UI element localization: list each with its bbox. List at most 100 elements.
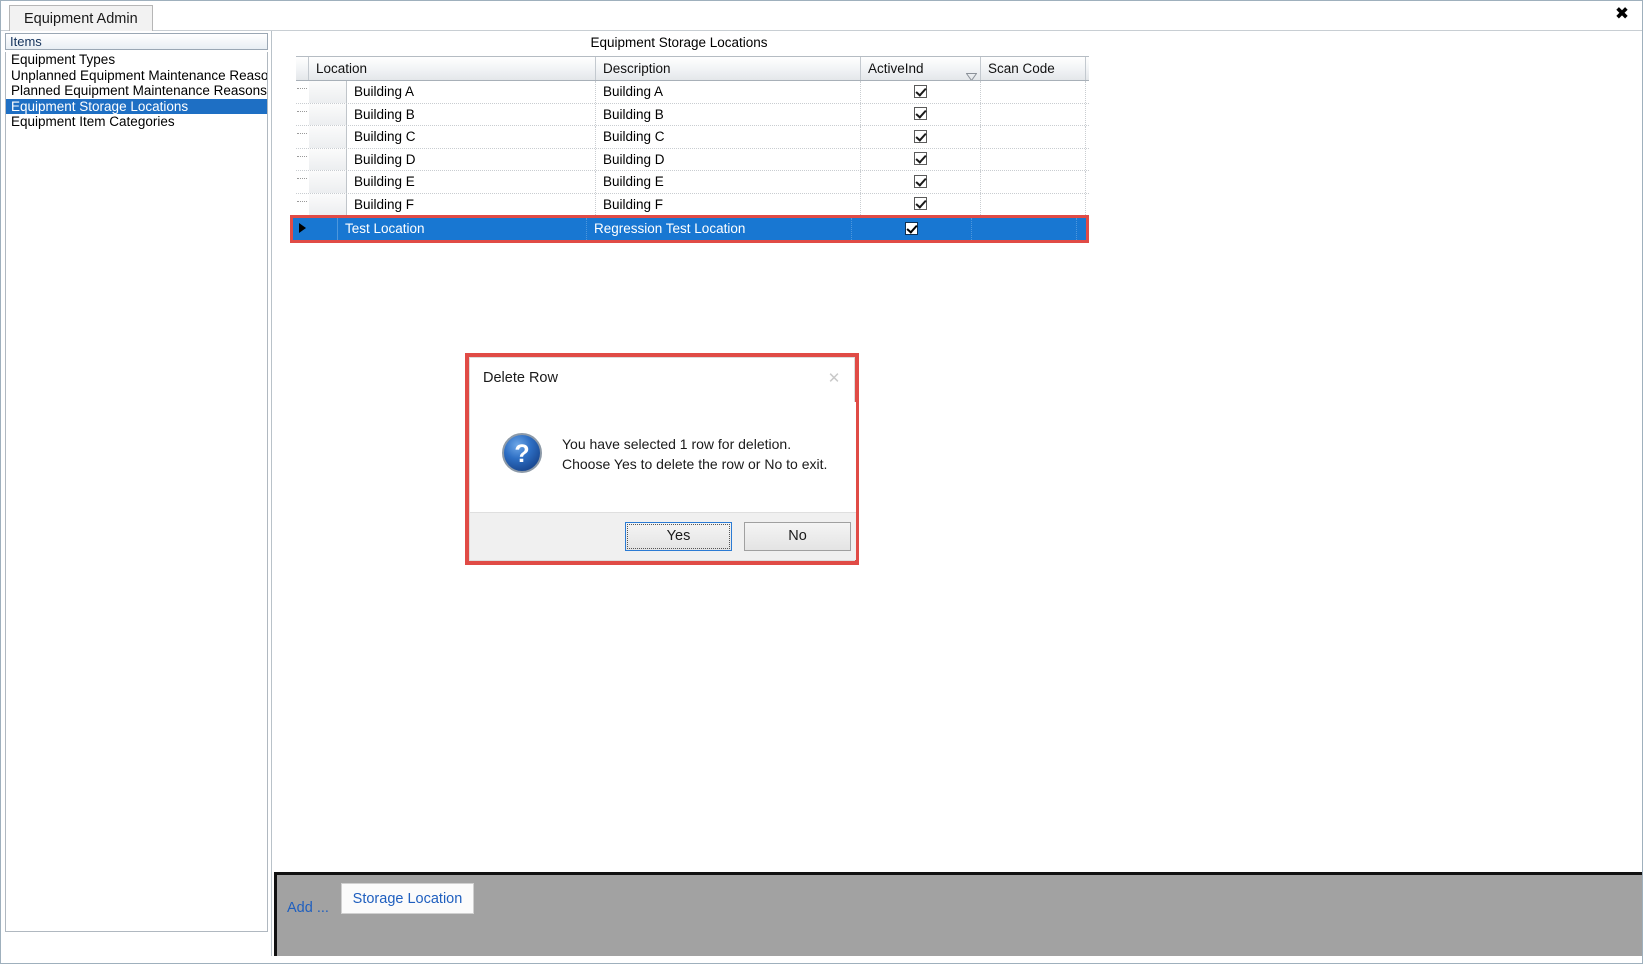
table-row[interactable]: Test Location Regression Test Location bbox=[293, 218, 1086, 240]
cell-activeind[interactable] bbox=[861, 103, 981, 125]
row-handle[interactable] bbox=[309, 193, 347, 215]
tab-equipment-admin[interactable]: Equipment Admin bbox=[9, 5, 153, 31]
question-mark-icon: ? bbox=[501, 432, 543, 474]
cell-location[interactable]: Building F bbox=[347, 193, 596, 215]
cell-scancode[interactable] bbox=[972, 218, 1077, 240]
checkbox-checked-icon[interactable] bbox=[905, 221, 918, 235]
grid-header-description[interactable]: Description bbox=[596, 57, 861, 80]
grid-header-row-selector bbox=[296, 57, 309, 80]
cell-activeind[interactable] bbox=[861, 148, 981, 170]
checkbox-checked-icon[interactable] bbox=[914, 152, 927, 166]
row-selector[interactable] bbox=[296, 81, 309, 103]
dialog-message-line-2: Choose Yes to delete the row or No to ex… bbox=[562, 456, 828, 472]
cell-location[interactable]: Building A bbox=[347, 81, 596, 103]
row-selector[interactable] bbox=[296, 103, 309, 125]
sidebar-item-equipment-item-categories[interactable]: Equipment Item Categories bbox=[6, 114, 267, 130]
dialog-close-icon[interactable]: ✕ bbox=[824, 368, 844, 388]
grid-body: Building A Building A Building B Buildin… bbox=[290, 81, 1089, 243]
checkbox-checked-icon[interactable] bbox=[914, 84, 927, 98]
yes-button[interactable]: Yes bbox=[625, 522, 732, 551]
row-grip-icon bbox=[297, 110, 307, 114]
row-selector[interactable] bbox=[296, 171, 309, 193]
cell-scancode[interactable] bbox=[981, 171, 1086, 193]
grid-header-activeind-label: ActiveInd bbox=[868, 61, 924, 76]
table-row[interactable]: Building C Building C bbox=[296, 126, 1089, 149]
cell-description[interactable]: Building D bbox=[596, 148, 861, 170]
cell-activeind[interactable] bbox=[861, 171, 981, 193]
sort-descending-icon bbox=[961, 66, 977, 80]
cell-description[interactable]: Building E bbox=[596, 171, 861, 193]
storage-locations-grid: Location Description ActiveInd Scan Code… bbox=[290, 56, 1089, 243]
application-window: Equipment Admin ✖ Items Equipment Types … bbox=[0, 0, 1643, 964]
table-row[interactable]: Building D Building D bbox=[296, 148, 1089, 171]
cell-scancode[interactable] bbox=[981, 148, 1086, 170]
dialog-footer: Yes No bbox=[470, 512, 856, 560]
cell-scancode[interactable] bbox=[981, 193, 1086, 215]
cell-activeind[interactable] bbox=[861, 81, 981, 103]
row-selector[interactable] bbox=[296, 193, 309, 215]
row-grip-icon bbox=[297, 133, 307, 136]
add-label[interactable]: Add ... bbox=[287, 900, 329, 916]
row-selector[interactable] bbox=[296, 148, 309, 170]
tab-label: Equipment Admin bbox=[24, 11, 138, 27]
cell-activeind[interactable] bbox=[861, 193, 981, 215]
dialog-title: Delete Row bbox=[483, 370, 558, 386]
items-panel-header: Items bbox=[5, 33, 268, 50]
cell-location[interactable]: Building D bbox=[347, 148, 596, 170]
grid-header-scancode[interactable]: Scan Code bbox=[981, 57, 1086, 80]
row-grip-icon bbox=[297, 200, 307, 204]
cell-location[interactable]: Building E bbox=[347, 171, 596, 193]
sidebar-item-planned-equipment-maintenance-reasons[interactable]: Planned Equipment Maintenance Reasons bbox=[6, 83, 267, 99]
row-handle[interactable] bbox=[309, 81, 347, 103]
cell-scancode[interactable] bbox=[981, 103, 1086, 125]
row-handle[interactable] bbox=[309, 171, 347, 193]
cell-location[interactable]: Building C bbox=[347, 126, 596, 148]
cell-description[interactable]: Building A bbox=[596, 81, 861, 103]
items-panel: Items Equipment Types Unplanned Equipmen… bbox=[3, 31, 272, 956]
add-storage-location-button[interactable]: Storage Location bbox=[341, 883, 474, 914]
checkbox-checked-icon[interactable] bbox=[914, 197, 927, 211]
checkbox-checked-icon[interactable] bbox=[914, 107, 927, 121]
grid-header-activeind[interactable]: ActiveInd bbox=[861, 57, 981, 80]
row-selector[interactable] bbox=[296, 126, 309, 148]
grid-title: Equipment Storage Locations bbox=[590, 35, 768, 50]
row-handle[interactable] bbox=[309, 126, 347, 148]
tab-strip: Equipment Admin ✖ bbox=[1, 1, 1642, 31]
cell-scancode[interactable] bbox=[981, 126, 1086, 148]
no-button[interactable]: No bbox=[744, 522, 851, 551]
row-grip-icon bbox=[297, 178, 307, 181]
cell-activeind[interactable] bbox=[852, 218, 972, 240]
sidebar-item-unplanned-equipment-maintenance-reasons[interactable]: Unplanned Equipment Maintenance Reasons bbox=[6, 68, 267, 84]
window-close-icon[interactable]: ✖ bbox=[1610, 2, 1634, 26]
row-selector-current[interactable] bbox=[293, 218, 312, 240]
delete-row-dialog-highlight: Delete Row ✕ ? You have selected 1 row f… bbox=[465, 353, 859, 565]
current-row-caret-icon bbox=[299, 223, 306, 233]
table-row[interactable]: Building F Building F bbox=[296, 193, 1089, 216]
row-handle[interactable] bbox=[312, 218, 338, 240]
sidebar-item-equipment-storage-locations[interactable]: Equipment Storage Locations bbox=[6, 98, 267, 114]
cell-activeind[interactable] bbox=[861, 126, 981, 148]
items-list[interactable]: Equipment Types Unplanned Equipment Main… bbox=[5, 52, 268, 932]
row-handle[interactable] bbox=[309, 148, 347, 170]
svg-text:?: ? bbox=[514, 440, 529, 468]
sidebar-item-equipment-types[interactable]: Equipment Types bbox=[6, 52, 267, 68]
table-row[interactable]: Building E Building E bbox=[296, 171, 1089, 194]
cell-description[interactable]: Regression Test Location bbox=[587, 218, 852, 240]
cell-location[interactable]: Test Location bbox=[338, 218, 587, 240]
command-bar: Add ... Storage Location bbox=[274, 872, 1642, 956]
row-handle[interactable] bbox=[309, 103, 347, 125]
row-grip-icon bbox=[297, 155, 307, 159]
cell-location[interactable]: Building B bbox=[347, 103, 596, 125]
checkbox-checked-icon[interactable] bbox=[914, 174, 927, 188]
dialog-message-line-1: You have selected 1 row for deletion. bbox=[562, 436, 792, 452]
table-row[interactable]: Building B Building B bbox=[296, 103, 1089, 126]
cell-scancode[interactable] bbox=[981, 81, 1086, 103]
checkbox-checked-icon[interactable] bbox=[914, 129, 927, 143]
delete-row-dialog: Delete Row ✕ ? You have selected 1 row f… bbox=[469, 357, 856, 561]
cell-description[interactable]: Building B bbox=[596, 103, 861, 125]
cell-description[interactable]: Building F bbox=[596, 193, 861, 215]
grid-header-location[interactable]: Location bbox=[309, 57, 596, 80]
dialog-message: You have selected 1 row for deletion. Ch… bbox=[562, 434, 827, 474]
cell-description[interactable]: Building C bbox=[596, 126, 861, 148]
table-row[interactable]: Building A Building A bbox=[296, 81, 1089, 104]
